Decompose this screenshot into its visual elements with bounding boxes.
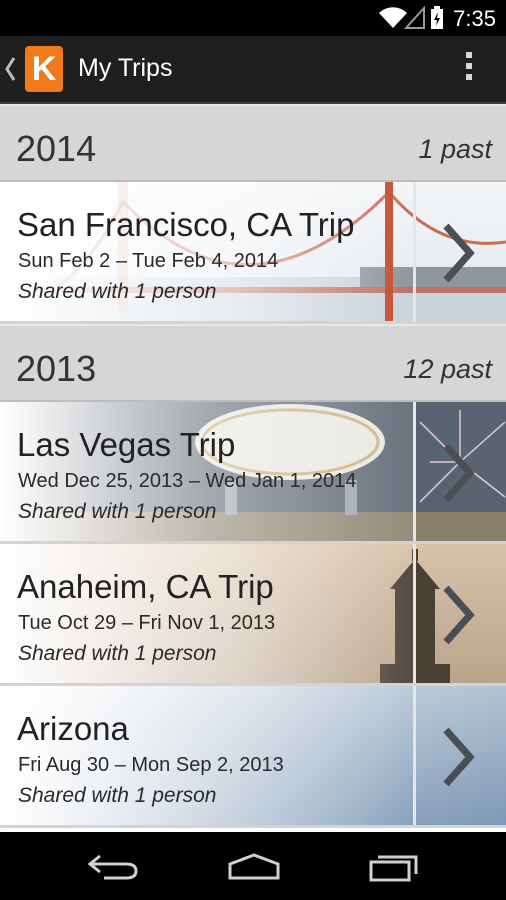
year-label: 2013	[16, 348, 97, 389]
trip-title: Las Vegas Trip	[17, 426, 236, 463]
past-count: 12 past	[403, 354, 492, 384]
trip-title: Arizona	[17, 710, 129, 747]
trip-shared-info: Shared with 1 person	[18, 280, 217, 303]
trip-shared-info: Shared with 1 person	[18, 500, 217, 523]
past-count: 1 past	[418, 134, 492, 164]
trip-title: Anaheim, CA Trip	[17, 568, 274, 605]
status-bar: 7:35	[0, 0, 506, 36]
recent-apps-icon[interactable]	[368, 852, 420, 882]
battery-charging-icon	[431, 6, 443, 29]
trip-shared-info: Shared with 1 person	[18, 642, 217, 665]
trip-dates: Fri Aug 30 – Mon Sep 2, 2013	[18, 754, 284, 776]
page-title: My Trips	[78, 54, 173, 82]
trip-dates: Tue Oct 29 – Fri Nov 1, 2013	[18, 612, 276, 634]
trip-dates: Sun Feb 2 – Tue Feb 4, 2014	[18, 250, 279, 272]
trip-row-anaheim[interactable]: Anaheim, CA Trip Tue Oct 29 – Fri Nov 1,…	[0, 544, 506, 686]
trip-row-san-francisco[interactable]: San Francisco, CA Trip Sun Feb 2 – Tue F…	[0, 182, 506, 324]
year-label: 2014	[16, 128, 97, 169]
system-navigation-bar	[0, 832, 506, 900]
year-section-header: 2014 1 past	[0, 104, 506, 182]
chevron-right-icon[interactable]	[440, 726, 476, 788]
trip-shared-info: Shared with 1 person	[18, 784, 217, 807]
chevron-right-icon[interactable]	[440, 584, 476, 646]
overflow-menu-icon[interactable]	[462, 52, 476, 86]
back-icon[interactable]	[86, 852, 140, 882]
chevron-right-icon[interactable]	[440, 442, 476, 504]
home-icon[interactable]	[226, 852, 282, 882]
app-logo[interactable]: K	[25, 46, 63, 92]
trip-row-las-vegas[interactable]: Las Vegas Trip Wed Dec 25, 2013 – Wed Ja…	[0, 402, 506, 544]
trips-list: 2014 1 past San Francisco, CA Trip Sun F…	[0, 104, 506, 832]
trip-title: San Francisco, CA Trip	[17, 206, 355, 243]
cell-signal-icon	[404, 6, 425, 29]
year-section-header: 2013 12 past	[0, 324, 506, 402]
trip-row-arizona[interactable]: Arizona Fri Aug 30 – Mon Sep 2, 2013 Sha…	[0, 686, 506, 828]
action-bar: K My Trips	[0, 36, 506, 104]
status-time: 7:35	[453, 6, 496, 31]
trip-dates: Wed Dec 25, 2013 – Wed Jan 1, 2014	[18, 470, 357, 492]
chevron-right-icon[interactable]	[440, 222, 476, 284]
up-navigation-icon[interactable]	[4, 54, 16, 84]
